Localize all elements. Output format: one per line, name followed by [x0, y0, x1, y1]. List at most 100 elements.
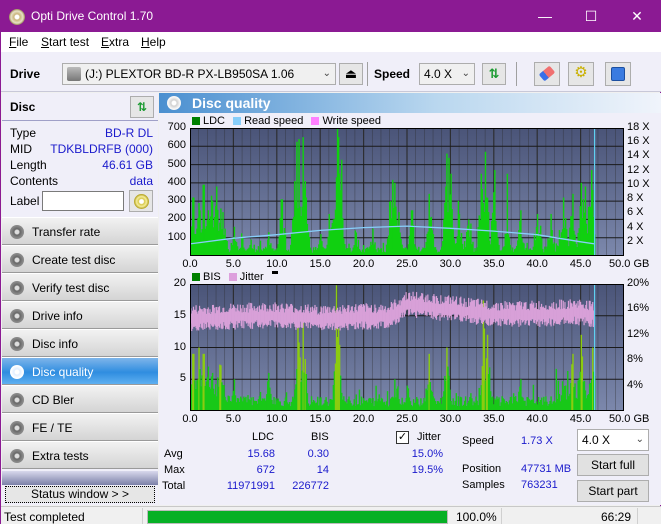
- menu-start-test-accel: S: [41, 35, 50, 49]
- x-tick-label: 15.0: [309, 413, 331, 425]
- status-window-button[interactable]: Status window > >: [5, 486, 155, 503]
- legend-swatch: [311, 117, 320, 125]
- menu-extra[interactable]: Extra: [101, 35, 129, 49]
- progress-bar: [147, 510, 448, 524]
- speed-select[interactable]: 4.0 X ⌄: [419, 63, 475, 85]
- refresh-button[interactable]: ⇅: [482, 63, 506, 85]
- x-tick-label: 5.0: [225, 258, 242, 270]
- stats-max-bis: 14: [316, 464, 329, 476]
- x-tick-label: 30.0: [439, 258, 462, 270]
- jitter-checkbox[interactable]: ✓: [396, 431, 409, 444]
- legend-item-read-speed: Read speed: [233, 115, 303, 127]
- legend-item-jitter: Jitter: [228, 271, 264, 283]
- start-full-button[interactable]: Start full: [577, 454, 649, 476]
- y2-tick-label: 8 X: [627, 192, 644, 205]
- progress-fill: [148, 511, 447, 523]
- drive-select[interactable]: (J:) PLEXTOR BD-R PX-LB950SA 1.06 ⌄: [62, 63, 336, 85]
- disc-info-value: TDKBLDRFB (000): [50, 142, 153, 156]
- y2-tick-label: 16 X: [627, 135, 650, 148]
- sidebar-filler: [2, 471, 158, 485]
- minimize-button[interactable]: —: [522, 1, 568, 32]
- nav-verify-test-disc[interactable]: Verify test disc: [2, 273, 158, 301]
- nav-create-test-disc[interactable]: Create test disc: [2, 245, 158, 273]
- sidebar: Disc ⇅ Type BD-R DL MID TDKBLDRFB (000) …: [2, 93, 158, 505]
- ldc-chart: [190, 128, 624, 256]
- y-tick-label: 400: [167, 175, 186, 188]
- disc-section-title: Disc: [10, 100, 36, 114]
- nav-label: Transfer rate: [32, 225, 101, 239]
- legend-label: Read speed: [244, 115, 304, 127]
- disc-quality-panel: Disc quality LDC Read speed Write speed …: [159, 93, 661, 505]
- disc-label-input[interactable]: [42, 191, 124, 211]
- nav-extra-tests[interactable]: Extra tests: [2, 441, 158, 469]
- y2-tick-label: 8%: [627, 353, 643, 366]
- stats-avg-ldc: 15.68: [247, 448, 275, 460]
- y-tick-label: 10: [173, 340, 186, 353]
- menu-file[interactable]: File: [9, 35, 28, 49]
- disc-icon: [10, 421, 24, 435]
- disc-info-type: Type BD-R DL: [10, 126, 153, 142]
- settings-button[interactable]: ⚙: [568, 62, 594, 86]
- ldc-chart-legend: LDC Read speed Write speed: [192, 115, 386, 127]
- y-tick-label: 200: [167, 212, 186, 225]
- menu-file-label: ile: [16, 35, 29, 49]
- nav-label: Verify test disc: [32, 281, 110, 295]
- app-disc-icon: [9, 9, 25, 25]
- disc-icon: [10, 309, 24, 323]
- disc-info-value: data: [129, 174, 153, 188]
- x-tick-label: 20.0: [352, 258, 375, 270]
- disc-section-header: Disc ⇅: [2, 93, 158, 121]
- speed-stat-value: 1.73 X: [521, 435, 553, 447]
- test-speed-select[interactable]: 4.0 X ⌄: [577, 429, 649, 451]
- nav-label: FE / TE: [32, 421, 73, 435]
- disc-info-value: 46.61 GB: [102, 158, 153, 172]
- app-window: Opti Drive Control 1.70 — ☐ ✕ File Start…: [0, 0, 661, 524]
- nav-disc-info[interactable]: Disc info: [2, 329, 158, 357]
- menu-start-test[interactable]: Start test: [41, 35, 89, 49]
- nav-fe-te[interactable]: FE / TE: [2, 413, 158, 441]
- x-tick-label: 45.0: [569, 413, 592, 425]
- nav-label: Disc quality: [32, 365, 94, 379]
- maximize-button[interactable]: ☐: [568, 1, 614, 32]
- disc-info-key: Type: [10, 126, 37, 140]
- nav-drive-info[interactable]: Drive info: [2, 301, 158, 329]
- stats-max-jitter: 19.5%: [411, 464, 443, 476]
- eject-button[interactable]: ⏏: [339, 63, 363, 85]
- stats-col-ldc: LDC: [252, 431, 275, 443]
- nav-cd-bler[interactable]: CD Bler: [2, 385, 158, 413]
- y-tick-label: 5: [179, 372, 186, 385]
- menu-help-label: elp: [149, 35, 166, 49]
- close-button[interactable]: ✕: [614, 1, 660, 32]
- legend-label: Jitter: [239, 271, 264, 283]
- erase-button[interactable]: [534, 62, 560, 86]
- y2-tick-label: 18 X: [627, 121, 650, 133]
- legend-swatch: [233, 117, 242, 125]
- stats-row-max-label: Max: [164, 464, 185, 476]
- x-tick-label: 50.0 GB: [609, 413, 650, 425]
- y-tick-label: 700: [167, 121, 186, 133]
- legend-marker: [271, 271, 278, 274]
- menu-start-test-label: tart test: [49, 35, 90, 49]
- panel-title: Disc quality: [192, 95, 271, 111]
- nav-label: CD Bler: [32, 393, 75, 407]
- start-part-button[interactable]: Start part: [577, 480, 649, 502]
- bis-chart-legend: BIS Jitter: [192, 271, 278, 283]
- menu-help[interactable]: Help: [141, 35, 166, 49]
- menu-extra-label: xtra: [109, 35, 130, 49]
- x-tick-label: 25.0: [396, 413, 418, 425]
- nav-disc-quality[interactable]: Disc quality: [2, 357, 158, 385]
- stats-total-ldc: 11971991: [226, 480, 275, 492]
- disc-refresh-button[interactable]: ⇅: [130, 96, 154, 118]
- disc-label-button[interactable]: [129, 190, 153, 212]
- x-tick-label: 50.0 GB: [609, 258, 650, 270]
- toolbar-separator: [516, 62, 517, 86]
- y2-tick-label: 10 X: [627, 177, 650, 190]
- status-divider: [501, 508, 502, 524]
- elapsed-time: 66:29: [601, 510, 632, 524]
- x-tick-label: 20.0: [352, 413, 375, 425]
- save-button[interactable]: [605, 62, 631, 86]
- disc-icon: [10, 253, 24, 267]
- y2-tick-label: 20%: [627, 277, 650, 289]
- x-tick-label: 10.0: [266, 413, 288, 425]
- nav-transfer-rate[interactable]: Transfer rate: [2, 217, 158, 245]
